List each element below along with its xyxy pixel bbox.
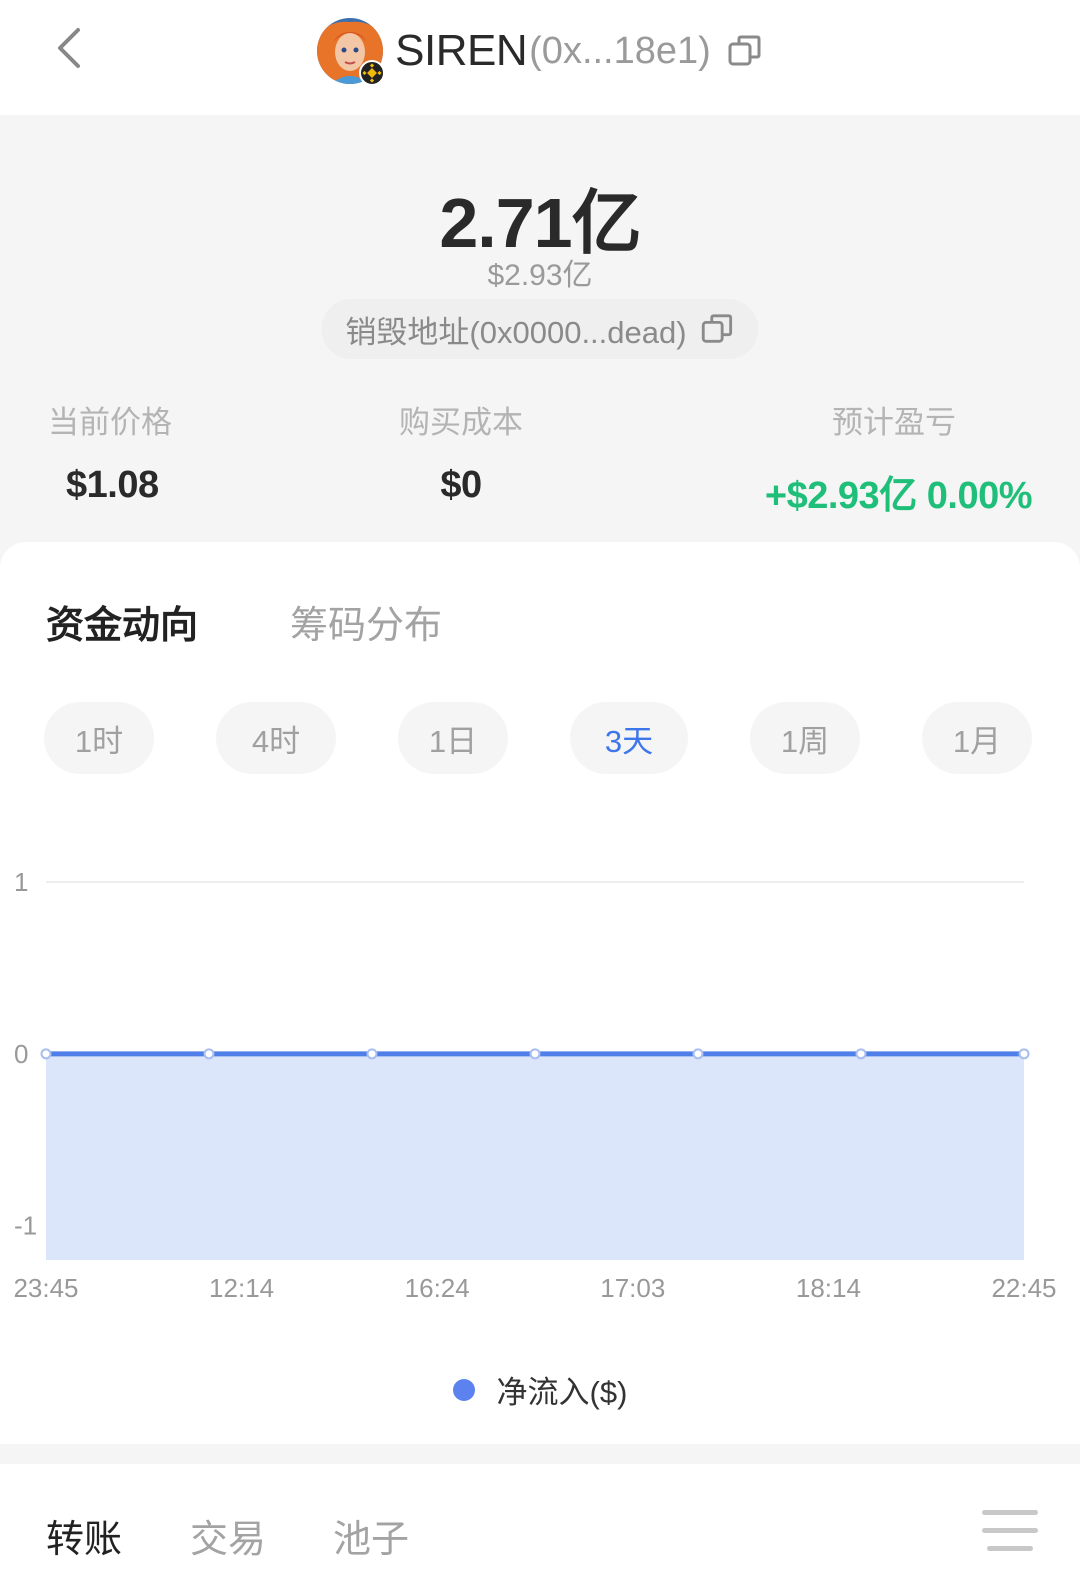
data-point [1018,1048,1030,1060]
range-1h[interactable]: 1时 [44,702,154,774]
holding-summary: 2.71亿 $2.93亿 销毁地址(0x0000...dead) 当前价格 $1… [0,115,1080,555]
token-title: SIREN (0x...18e1) [0,8,1080,94]
burn-address-text: 销毁地址(0x0000...dead) [345,314,687,350]
y-tick-label: 1 [14,867,28,897]
tab-pools[interactable]: 池子 [333,1508,409,1563]
burn-address-pill[interactable]: 销毁地址(0x0000...dead) [321,299,759,359]
x-tick-label: 23:45 [13,1273,78,1303]
estimated-pnl-stat: 预计盈亏 +$2.93亿 0.00% [764,397,1033,519]
net-inflow-chart: 1 0 -1 23:45 12:14 16:24 17:03 18:14 22:45 [13,867,1056,1303]
x-tick-label: 22:45 [991,1273,1056,1303]
copy-icon[interactable] [727,33,763,69]
tab-trades[interactable]: 交易 [190,1508,266,1563]
range-1d[interactable]: 1日 [398,702,508,774]
legend-dot [452,1378,475,1401]
y-tick-label: -1 [14,1211,37,1241]
bottom-tabs: 转账 交易 池子 [0,1464,1080,1590]
bnb-chain-icon [359,60,386,86]
data-point [855,1048,867,1060]
page: SIREN (0x...18e1) 2.71亿 $2.93亿 销毁地址(0x00… [0,0,1080,1590]
data-point [203,1048,215,1060]
data-point [529,1048,541,1060]
range-1m[interactable]: 1月 [922,702,1032,774]
x-tick-label: 18:14 [796,1273,861,1303]
range-3d[interactable]: 3天 [570,702,688,774]
legend-label: 净流入($) [496,1375,628,1410]
data-point [366,1048,378,1060]
x-tick-label: 12:14 [209,1273,274,1303]
cost-value: $0 [440,464,482,506]
token-name: SIREN [395,26,528,75]
menu-icon[interactable] [982,1508,1038,1552]
token-address: (0x...18e1) [529,29,711,72]
series-area [46,1053,1024,1260]
data-point [40,1048,52,1060]
cost-label: 购买成本 [399,405,523,440]
estimated-pnl-value: +$2.93亿 0.00% [764,475,1033,517]
tab-fund-flow[interactable]: 资金动向 [46,594,198,649]
holding-value-usd: $2.93亿 [487,259,593,292]
data-point [692,1048,704,1060]
cost-stat: 购买成本 $0 [396,397,526,507]
chart-legend: 净流入($) [0,1367,1080,1412]
top-bar: SIREN (0x...18e1) [0,0,1080,115]
range-4h[interactable]: 4时 [216,702,336,774]
copy-address-icon[interactable] [701,312,735,346]
current-price-stat: 当前价格 $1.08 [48,397,172,507]
token-avatar [317,18,386,86]
estimated-pnl-label: 预计盈亏 [832,405,956,440]
tab-chip-distribution[interactable]: 筹码分布 [290,594,442,649]
current-price-value: $1.08 [66,464,159,506]
tab-transfers[interactable]: 转账 [46,1508,122,1563]
y-tick-label: 0 [14,1039,28,1069]
flow-card: 资金动向 筹码分布 1时 4时 1日 3天 1周 1月 1 0 -1 23:45 12:… [0,542,1080,1444]
x-tick-label: 16:24 [405,1273,470,1303]
range-1w[interactable]: 1周 [750,702,860,774]
x-tick-label: 17:03 [600,1273,665,1303]
current-price-label: 当前价格 [48,405,172,440]
